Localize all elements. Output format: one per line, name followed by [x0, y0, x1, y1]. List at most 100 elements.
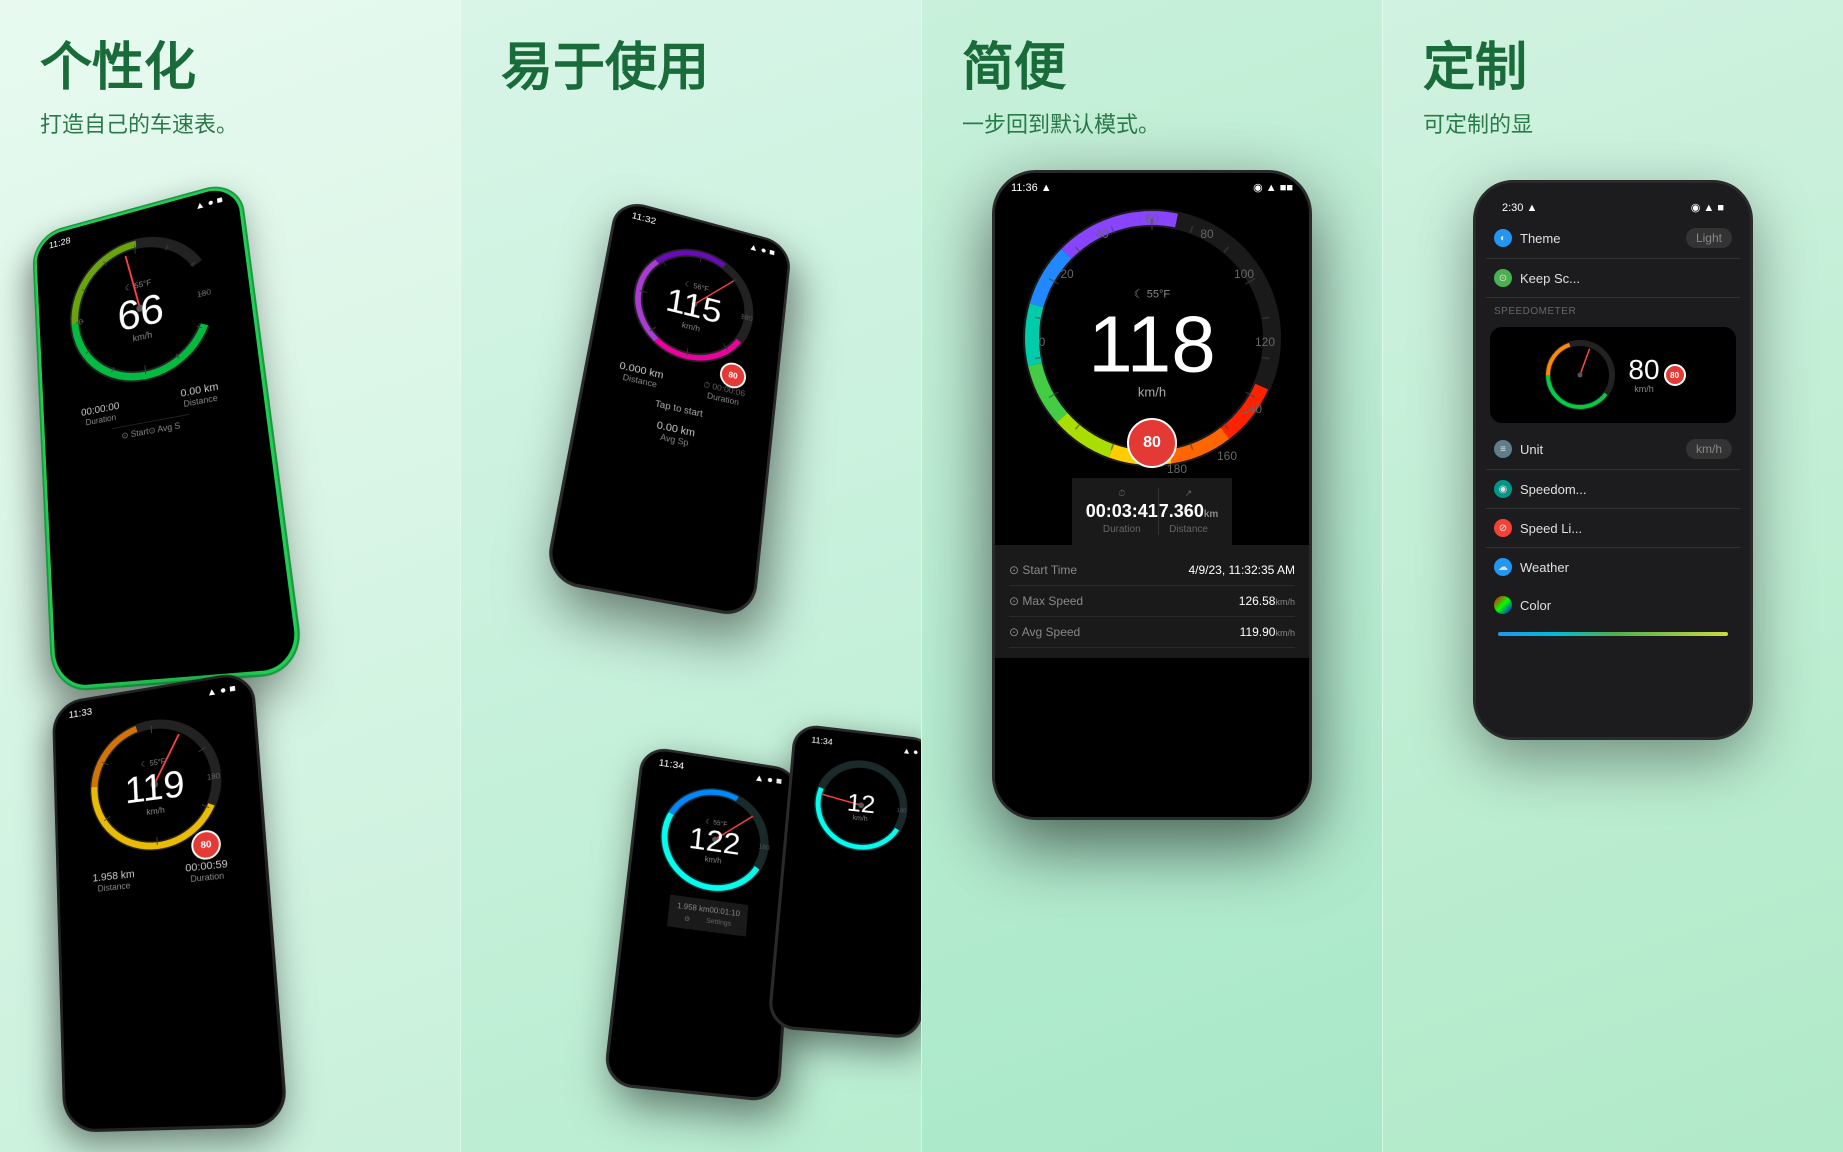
svg-text:180: 180 — [1167, 462, 1187, 476]
settings-keep-screen[interactable]: ⊙ Keep Sc... — [1486, 259, 1740, 298]
color-bar — [1498, 632, 1728, 636]
phone-p3-main: 11:36 ▲ ◉ ▲ ■■ — [992, 170, 1312, 820]
icons-p1b: ▲ ● ■ — [206, 683, 236, 699]
panel-4-subtitle: 可定制的显 — [1423, 107, 1813, 139]
weather-label: Weather — [1520, 560, 1569, 575]
time-p2f: 11:34 — [811, 735, 833, 747]
phone-p2-main: 11:32 ▲ ● ■ — [543, 197, 792, 619]
settings-unit[interactable]: ≡ Unit km/h — [1486, 429, 1740, 470]
svg-text:40: 40 — [1095, 227, 1109, 241]
unit-icon: ≡ — [1494, 440, 1512, 458]
svg-text:180: 180 — [197, 287, 213, 299]
section-speedometer: SPEEDOMETER — [1486, 298, 1740, 321]
panel-2-phones: 11:32 ▲ ● ■ — [461, 160, 921, 1152]
phone-p3-main-screen: 11:36 ▲ ◉ ▲ ■■ — [995, 173, 1309, 817]
max-speed-value: 126.58 — [1239, 594, 1276, 608]
mini-gauge-svg — [1540, 335, 1620, 415]
phone-p4-main: 2:30 ▲ ◉ ▲ ■ ◐ Theme Light ⊙ Keep Sc... — [1473, 180, 1753, 740]
panel-1-title: 个性化 — [40, 40, 430, 97]
speed-number-p3: 118 — [1088, 305, 1216, 385]
avg-speed-row: ⊙ Avg Speed 119.90km/h — [1009, 617, 1295, 648]
unit-value: km/h — [1686, 439, 1732, 459]
svg-text:180: 180 — [758, 844, 770, 852]
svg-text:180: 180 — [740, 312, 753, 323]
svg-text:180: 180 — [896, 808, 907, 815]
panel-1-subtitle: 打造自己的车速表。 — [40, 107, 430, 139]
mini-limit-badge: 80 — [1664, 364, 1686, 386]
panel-4-title: 定制 — [1423, 40, 1813, 97]
theme-label: Theme — [1520, 231, 1560, 246]
svg-text:0: 0 — [78, 317, 83, 327]
phone-p2-far-screen: 11:34 ▲ ● 180 12 km/h — [770, 726, 921, 1036]
gauge-p2f: 180 12 km/h — [803, 748, 917, 863]
color-icon — [1494, 596, 1512, 614]
svg-text:80: 80 — [1200, 227, 1214, 241]
settings-speedometer[interactable]: ◉ Speedom... — [1486, 470, 1740, 509]
data-panel-p3: ⊙ Start Time 4/9/23, 11:32:35 AM ⊙ Max S… — [995, 545, 1309, 658]
svg-text:180: 180 — [207, 771, 221, 782]
mini-speedometer-preview: 80 km/h 80 — [1490, 327, 1736, 423]
icons-p1t: ▲ ● ■ — [194, 195, 223, 212]
speed-display-p3: ☾ 55°F 118 km/h — [1088, 288, 1216, 400]
speedometer-label: Speedom... — [1520, 482, 1587, 497]
distance-unit-p3: km — [1204, 509, 1218, 520]
theme-icon: ◐ — [1494, 229, 1512, 247]
phone-p4-screen: 2:30 ▲ ◉ ▲ ■ ◐ Theme Light ⊙ Keep Sc... — [1476, 183, 1750, 737]
panel-3-phones: 11:36 ▲ ◉ ▲ ■■ — [922, 160, 1382, 1152]
settings-speed-limit[interactable]: ⊘ Speed Li... — [1486, 509, 1740, 548]
duration-distance-p3: ⏱ 00:03:41 Duration ↗ 7.360km Distance — [1072, 478, 1233, 545]
svg-text:0: 0 — [1039, 335, 1046, 349]
time-p3: 11:36 ▲ — [1011, 182, 1052, 194]
phone-p1-bottom-screen: 11:33 ▲ ● ■ — [54, 673, 285, 1129]
unit-label: Unit — [1520, 442, 1543, 457]
settings-color[interactable]: Color — [1486, 586, 1740, 624]
settings-weather[interactable]: ☁ Weather — [1486, 548, 1740, 586]
weather-icon: ☁ — [1494, 558, 1512, 576]
panel-simple: 简便 一步回到默认模式。 11:36 ▲ ◉ ▲ ■■ — [921, 0, 1382, 1152]
panel-3-title: 简便 — [962, 40, 1352, 97]
panel-easy-use: 易于使用 11:32 ▲ ● ■ — [460, 0, 921, 1152]
gauge-p3-main: 0 20 40 60 80 100 120 140 160 180 — [1012, 198, 1292, 478]
phone-p2-far: 11:34 ▲ ● 180 12 km/h — [767, 723, 921, 1040]
color-label: Color — [1520, 598, 1551, 613]
phone-p1-top-screen: 11:28 ▲ ● ■ — [36, 184, 299, 687]
panel-1-phones: 11:28 ▲ ● ■ — [0, 160, 460, 1152]
phone-p1-bottom: 11:33 ▲ ● ■ — [52, 670, 289, 1133]
panel-2-title: 易于使用 — [501, 40, 891, 97]
avg-speed-value: 119.90 — [1240, 625, 1276, 639]
phone-p2-main-screen: 11:32 ▲ ● ■ — [547, 201, 790, 616]
icons-p2f: ▲ ● — [902, 746, 918, 757]
speed-display-p2s: ☾ 55°F 122 km/h — [687, 816, 742, 868]
speed-limit-icon: ⊘ — [1494, 519, 1512, 537]
panel-4-phones: 2:30 ▲ ◉ ▲ ■ ◐ Theme Light ⊙ Keep Sc... — [1383, 160, 1843, 1152]
speed-limit-label: Speed Li... — [1520, 521, 1582, 536]
phone-p2-mid-screen: 11:34 ▲ ● ■ 180 ☾ 55°F 122 — [606, 748, 797, 1099]
icons-p4: ◉ ▲ ■ — [1691, 201, 1724, 214]
gauge-p1b: 180 ☾ 55°F 119 km/h 80 — [79, 699, 237, 868]
gauge-p2s: 180 ☾ 55°F 122 km/h — [645, 772, 780, 908]
speed-display-p2f: 12 km/h — [846, 790, 876, 824]
max-speed-row: ⊙ Max Speed 126.58km/h — [1009, 586, 1295, 617]
status-bar-p4: 2:30 ▲ ◉ ▲ ■ — [1486, 193, 1740, 218]
phone-p2-mid: 11:34 ▲ ● ■ 180 ☾ 55°F 122 — [603, 745, 801, 1103]
svg-text:120: 120 — [1255, 335, 1275, 349]
icons-p2s: ▲ ● ■ — [754, 772, 783, 787]
svg-text:160: 160 — [1217, 449, 1237, 463]
phone-p1-top: 11:28 ▲ ● ■ — [33, 181, 303, 691]
speedometer-icon: ◉ — [1494, 480, 1512, 498]
limit-badge-p3: 80 — [1127, 418, 1177, 468]
keep-screen-icon: ⊙ — [1494, 269, 1512, 287]
time-p4: 2:30 ▲ — [1502, 202, 1537, 214]
time-p2s: 11:34 — [658, 758, 684, 772]
panel-personalize: 个性化 打造自己的车速表。 11:28 ▲ ● ■ — [0, 0, 460, 1152]
speed-display-p1t: ☾ 55°F 66 km/h — [115, 275, 166, 347]
icons-p3: ◉ ▲ ■■ — [1253, 181, 1293, 194]
keep-screen-label: Keep Sc... — [1520, 271, 1580, 286]
panel-3-subtitle: 一步回到默认模式。 — [962, 107, 1352, 139]
settings-theme[interactable]: ◐ Theme Light — [1486, 218, 1740, 259]
svg-text:100: 100 — [1234, 267, 1254, 281]
panel-customize: 定制 可定制的显 2:30 ▲ ◉ ▲ ■ ◐ Theme Light — [1382, 0, 1843, 1152]
mini-speed-display: 80 km/h — [1628, 356, 1659, 394]
time-p1b: 11:33 — [69, 707, 93, 721]
start-time-row: ⊙ Start Time 4/9/23, 11:32:35 AM — [1009, 555, 1295, 586]
